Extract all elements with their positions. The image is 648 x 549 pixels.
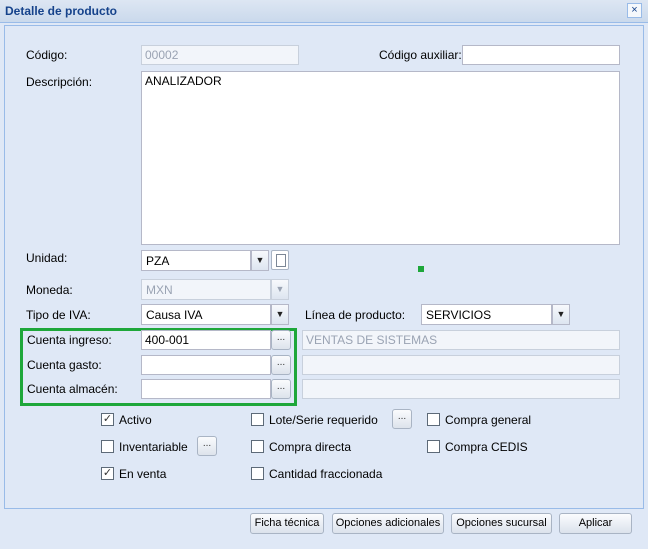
codigo-field: 00002 xyxy=(141,45,299,65)
cuenta-ingreso-field[interactable]: 400-001 xyxy=(141,330,271,350)
compra-directa-checkbox[interactable] xyxy=(251,440,264,453)
unidad-value[interactable]: PZA xyxy=(141,250,251,271)
document-icon[interactable] xyxy=(271,250,289,270)
compra-cedis-label: Compra CEDIS xyxy=(445,440,528,454)
cuenta-ingreso-desc: VENTAS DE SISTEMAS xyxy=(302,330,620,350)
inventariable-checkbox[interactable] xyxy=(101,440,114,453)
chevron-down-icon: ▼ xyxy=(271,279,289,300)
unidad-label: Unidad: xyxy=(26,251,68,265)
cuenta-almacen-desc xyxy=(302,379,620,399)
linea-producto-label: Línea de producto: xyxy=(305,308,406,322)
tipo-iva-value[interactable]: Causa IVA xyxy=(141,304,271,325)
compra-cedis-checkbox[interactable] xyxy=(427,440,440,453)
compra-general-checkbox[interactable] xyxy=(427,413,440,426)
unidad-combo[interactable]: PZA ▼ xyxy=(141,250,269,271)
lote-serie-options-button[interactable]: ... xyxy=(392,409,412,429)
window-title: Detalle de producto xyxy=(5,4,118,18)
tipo-iva-label: Tipo de IVA: xyxy=(26,308,91,322)
chevron-down-icon[interactable]: ▼ xyxy=(271,304,289,325)
cuenta-almacen-lookup-button[interactable]: ... xyxy=(271,379,291,399)
opciones-sucursal-button[interactable]: Opciones sucursal xyxy=(451,513,552,534)
cuenta-gasto-label: Cuenta gasto: xyxy=(27,358,102,372)
descripcion-textarea[interactable]: ANALIZADOR xyxy=(141,71,620,245)
en-venta-checkbox[interactable]: ✓ xyxy=(101,467,114,480)
cuenta-ingreso-lookup-button[interactable]: ... xyxy=(271,330,291,350)
close-icon[interactable]: × xyxy=(627,3,642,18)
cuenta-gasto-field[interactable] xyxy=(141,355,271,375)
codigo-label: Código: xyxy=(26,48,68,62)
linea-producto-value[interactable]: SERVICIOS xyxy=(421,304,552,325)
moneda-value: MXN xyxy=(141,279,271,300)
chevron-down-icon[interactable]: ▼ xyxy=(552,304,570,325)
activo-checkbox[interactable]: ✓ xyxy=(101,413,114,426)
codigo-auxiliar-label: Código auxiliar: xyxy=(379,48,462,62)
lote-serie-checkbox[interactable] xyxy=(251,413,264,426)
cuenta-gasto-lookup-button[interactable]: ... xyxy=(271,355,291,375)
compra-directa-label: Compra directa xyxy=(269,440,352,454)
cantidad-fraccionada-checkbox[interactable] xyxy=(251,467,264,480)
lote-serie-label: Lote/Serie requerido xyxy=(269,413,378,427)
aplicar-button[interactable]: Aplicar xyxy=(559,513,632,534)
cuenta-ingreso-label: Cuenta ingreso: xyxy=(27,333,112,347)
green-marker xyxy=(418,266,424,272)
cuenta-gasto-desc xyxy=(302,355,620,375)
moneda-label: Moneda: xyxy=(26,283,73,297)
activo-label: Activo xyxy=(119,413,152,427)
moneda-combo: MXN ▼ xyxy=(141,279,289,300)
codigo-auxiliar-field[interactable] xyxy=(462,45,620,65)
inventariable-options-button[interactable]: ... xyxy=(197,436,217,456)
window-titlebar: Detalle de producto × xyxy=(0,0,648,23)
cuenta-almacen-label: Cuenta almacén: xyxy=(27,382,118,396)
descripcion-label: Descripción: xyxy=(26,75,93,89)
ficha-tecnica-button[interactable]: Ficha técnica xyxy=(250,513,324,534)
chevron-down-icon[interactable]: ▼ xyxy=(251,250,269,271)
opciones-adicionales-button[interactable]: Opciones adicionales xyxy=(332,513,444,534)
cuenta-almacen-field[interactable] xyxy=(141,379,271,399)
inventariable-label: Inventariable xyxy=(119,440,188,454)
cantidad-fraccionada-label: Cantidad fraccionada xyxy=(269,467,383,481)
en-venta-label: En venta xyxy=(119,467,167,481)
compra-general-label: Compra general xyxy=(445,413,532,427)
tipo-iva-combo[interactable]: Causa IVA ▼ xyxy=(141,304,289,325)
linea-producto-combo[interactable]: SERVICIOS ▼ xyxy=(421,304,570,325)
